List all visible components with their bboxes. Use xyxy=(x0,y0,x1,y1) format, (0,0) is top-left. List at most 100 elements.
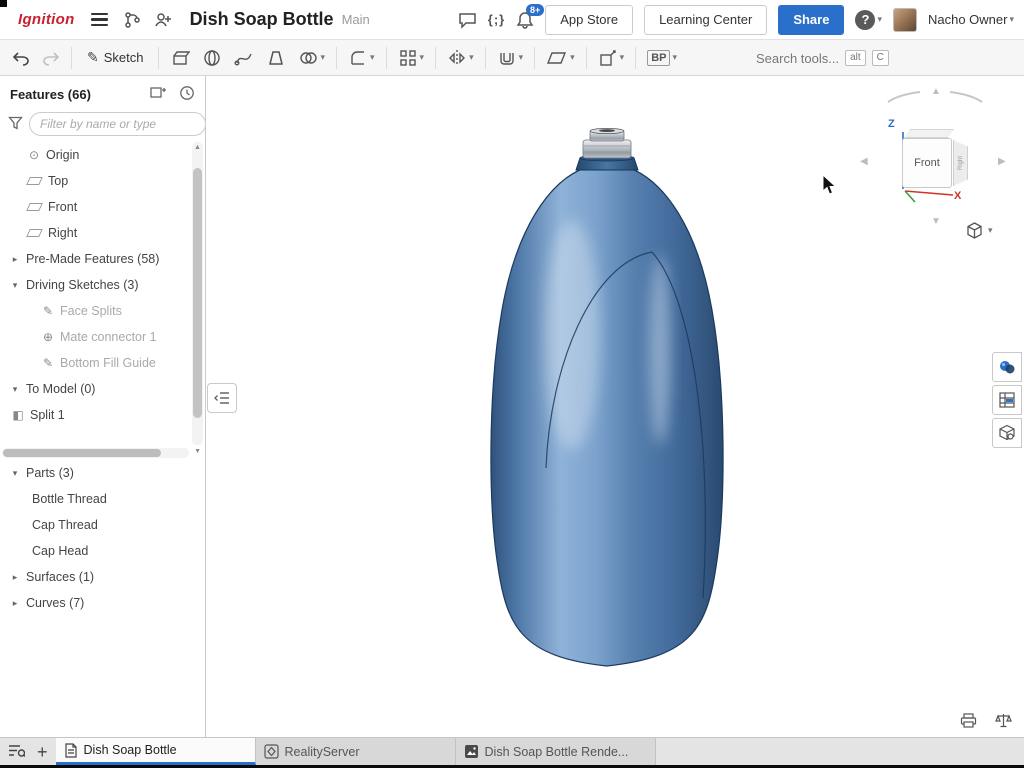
versions-icon[interactable] xyxy=(124,11,142,29)
history-icon[interactable] xyxy=(179,85,195,104)
part-item-cap-thread[interactable]: Cap Thread xyxy=(0,512,205,538)
screen-corner-artifact xyxy=(0,0,7,7)
view-cube[interactable]: ▲ ◀ ▶ ▼ Z X Front Right xyxy=(860,88,1010,228)
sketch-label: Sketch xyxy=(104,50,144,65)
tree-horizontal-scrollbar[interactable] xyxy=(2,448,189,458)
feature-item-origin[interactable]: ⊙ Origin xyxy=(0,142,190,168)
view-cube-right-face[interactable]: Right xyxy=(953,140,968,186)
main-menu-icon[interactable] xyxy=(87,9,112,31)
comments-icon[interactable] xyxy=(458,11,477,29)
mouse-cursor xyxy=(822,174,838,196)
new-tab-button[interactable]: + xyxy=(37,743,48,761)
bp-tool[interactable]: BP ▾ xyxy=(643,44,681,72)
view-cube-front-face[interactable]: Front xyxy=(902,138,952,188)
tree-vertical-scrollbar[interactable]: ▲ xyxy=(192,142,203,445)
front-face-label: Front xyxy=(914,157,940,169)
render-spheres-button[interactable] xyxy=(992,352,1022,382)
sketch-icon: ✎ xyxy=(40,304,56,318)
feature-toolbar: ✎ Sketch ▾ ▾ xyxy=(0,40,1024,76)
feature-item-split-1[interactable]: ◧ Split 1 xyxy=(0,402,190,428)
scale-icon[interactable] xyxy=(995,713,1012,731)
collapse-panel-button[interactable] xyxy=(207,383,237,413)
part-item-cap-head[interactable]: Cap Head xyxy=(0,538,205,564)
fillet-tool[interactable]: ▾ xyxy=(344,44,379,72)
app-logo[interactable]: Ignition xyxy=(18,11,75,28)
folder-driving-sketches[interactable]: ▾ Driving Sketches (3) xyxy=(0,272,190,298)
feature-item-face-splits[interactable]: ✎ Face Splits xyxy=(0,298,190,324)
feature-item-front-plane[interactable]: Front xyxy=(0,194,190,220)
user-menu[interactable]: Nacho Owner ▾ xyxy=(928,12,1014,27)
chevron-right-icon: ▸ xyxy=(8,598,22,609)
revolve-icon[interactable] xyxy=(198,44,226,72)
boolean-tool[interactable]: ▾ xyxy=(294,44,329,72)
notifications-icon[interactable]: 8+ xyxy=(516,11,534,29)
undo-button[interactable] xyxy=(8,44,34,72)
shell-tool[interactable]: ▾ xyxy=(493,44,528,72)
feature-item-right-plane[interactable]: Right xyxy=(0,220,190,246)
tab-label: RealityServer xyxy=(285,745,360,759)
loft-icon[interactable] xyxy=(262,44,290,72)
share-button[interactable]: Share xyxy=(778,5,844,35)
avatar[interactable] xyxy=(893,8,917,32)
featurescript-icon[interactable]: {;} xyxy=(488,12,505,27)
mate-connector-icon: ⊕ xyxy=(40,330,56,344)
transform-tool[interactable]: ▾ xyxy=(594,44,629,72)
tab-dish-soap-bottle[interactable]: Dish Soap Bottle xyxy=(56,738,256,765)
scene-table-button[interactable] xyxy=(992,385,1022,415)
plane-tool[interactable]: ▾ xyxy=(542,44,579,72)
features-panel-header: Features (66) xyxy=(0,82,205,106)
scroll-up-icon[interactable]: ▲ xyxy=(192,144,203,151)
tab-dish-soap-bottle-render[interactable]: Dish Soap Bottle Rende... xyxy=(456,738,656,765)
printer-icon[interactable] xyxy=(960,713,977,731)
feature-item-bottom-fill-guide[interactable]: ✎ Bottom Fill Guide xyxy=(0,350,190,376)
scrollbar-thumb[interactable] xyxy=(3,449,161,457)
kbd-alt: alt xyxy=(845,50,866,66)
split-icon: ◧ xyxy=(10,408,26,422)
transform-caret-icon: ▾ xyxy=(620,52,625,63)
scroll-down-icon[interactable]: ▼ xyxy=(194,448,201,455)
model-viewport[interactable]: ▲ ◀ ▶ ▼ Z X Front Right ▾ xyxy=(206,76,1024,737)
folder-to-model[interactable]: ▾ To Model (0) xyxy=(0,376,190,402)
rotate-right-icon[interactable]: ▶ xyxy=(998,156,1006,167)
tab-label: Dish Soap Bottle Rende... xyxy=(485,745,629,759)
folder-curves[interactable]: ▸ Curves (7) xyxy=(0,590,205,616)
redo-button[interactable] xyxy=(38,44,64,72)
feature-tree: ⊙ Origin Top Front Right ▸ Pre-Made Feat… xyxy=(0,142,190,445)
rotate-down-icon[interactable]: ▼ xyxy=(931,216,941,227)
filter-input[interactable] xyxy=(29,112,206,136)
folder-parts[interactable]: ▾ Parts (3) xyxy=(0,460,205,486)
plane-caret-icon: ▾ xyxy=(570,52,575,63)
mirror-caret-icon: ▾ xyxy=(469,52,474,63)
sweep-icon[interactable] xyxy=(230,44,258,72)
folder-surfaces[interactable]: ▸ Surfaces (1) xyxy=(0,564,205,590)
tab-realityserver[interactable]: RealityServer xyxy=(256,738,456,765)
rotate-up-icon[interactable]: ▲ xyxy=(931,86,941,97)
rotate-left-icon[interactable]: ◀ xyxy=(860,156,868,167)
insert-feature-icon[interactable] xyxy=(150,85,167,104)
sketch-button[interactable]: ✎ Sketch xyxy=(79,44,151,72)
follow-mode-icon[interactable] xyxy=(154,11,172,29)
top-header: Ignition Dish Soap Bottle Main {;} 8+ Ap… xyxy=(0,0,1024,40)
extrude-icon[interactable] xyxy=(166,44,194,72)
view-mode-button[interactable]: ▾ xyxy=(966,222,993,239)
filter-funnel-icon[interactable] xyxy=(8,116,23,133)
part-item-bottle-thread[interactable]: Bottle Thread xyxy=(0,486,205,512)
workspace-name[interactable]: Main xyxy=(342,12,370,27)
manage-tabs-icon[interactable] xyxy=(8,743,25,761)
scrollbar-thumb[interactable] xyxy=(193,168,202,418)
help-menu[interactable]: ? ▾ xyxy=(855,10,882,30)
feature-item-mate-connector-1[interactable]: ⊕ Mate connector 1 xyxy=(0,324,190,350)
app-store-button[interactable]: App Store xyxy=(545,5,633,35)
side-tool-buttons xyxy=(992,352,1022,448)
materials-cube-button[interactable] xyxy=(992,418,1022,448)
folder-pre-made-features[interactable]: ▸ Pre-Made Features (58) xyxy=(0,246,190,272)
sketch-icon: ✎ xyxy=(40,356,56,370)
feature-item-top-plane[interactable]: Top xyxy=(0,168,190,194)
bp-caret-icon: ▾ xyxy=(672,52,677,63)
view-cube-top-face[interactable] xyxy=(904,129,954,138)
learning-center-button[interactable]: Learning Center xyxy=(644,5,767,35)
bottle-model[interactable] xyxy=(480,125,740,675)
pattern-tool[interactable]: ▾ xyxy=(394,44,429,72)
search-tools[interactable]: Search tools... alt C xyxy=(756,40,889,76)
mirror-tool[interactable]: ▾ xyxy=(443,44,478,72)
